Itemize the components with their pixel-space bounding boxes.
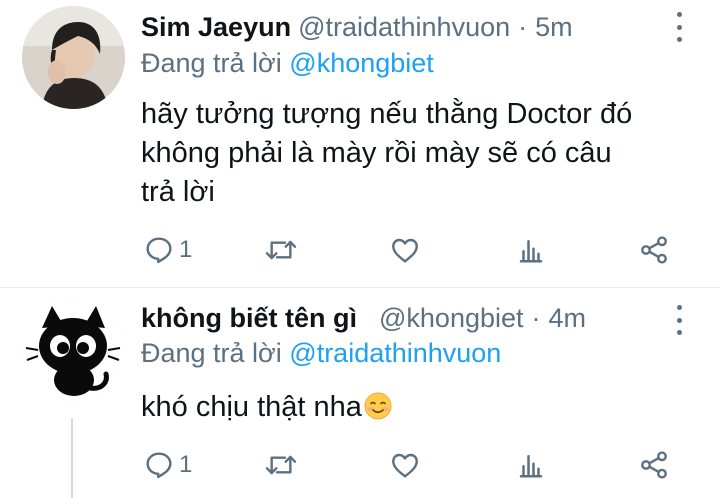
user-handle[interactable]: @khongbiet [379, 303, 524, 334]
analytics-icon [519, 240, 543, 263]
analytics-icon [519, 455, 543, 478]
share-icon [641, 236, 667, 264]
share-button[interactable] [638, 447, 670, 483]
tweet-actions: 1 [0, 232, 720, 268]
retweet-button[interactable] [263, 232, 299, 268]
more-vertical-icon[interactable] [672, 305, 686, 335]
replying-to: Đang trả lời @khongbiet [141, 48, 434, 79]
share-icon [641, 451, 667, 479]
tweet-text-line: trả lời [141, 176, 215, 208]
tweet-text: hãy tưởng tượng nếu thằng Doctor đó khôn… [141, 95, 701, 212]
replying-to: Đang trả lời @traidathinhvuon [141, 338, 501, 369]
mention-link[interactable]: @traidathinhvuon [289, 338, 501, 368]
heart-icon [392, 453, 418, 478]
like-button[interactable] [388, 232, 422, 268]
tweet-text-line: không phải là mày rồi mày sẽ có câu [141, 137, 612, 169]
heart-icon [392, 238, 418, 263]
mention-link[interactable]: @khongbiet [289, 48, 434, 78]
tweet-header: Sim Jaeyun @traidathinhvuon · 5m [141, 9, 573, 45]
tweet-text-line-text: khó chịu thật nha [141, 391, 362, 423]
separator-dot: · [518, 11, 528, 42]
display-name[interactable]: không biết tên gì [141, 303, 357, 334]
avatar[interactable] [22, 298, 125, 401]
retweet-icon [265, 455, 297, 475]
reply-icon [146, 452, 172, 479]
tweet-text: khó chịu thật nha [141, 388, 701, 427]
retweet-button[interactable] [263, 447, 299, 483]
replying-to-label: Đang trả lời [141, 338, 282, 368]
timestamp[interactable]: 4m [549, 303, 587, 334]
more-vertical-icon[interactable] [672, 12, 686, 42]
tweet-text-line: hãy tưởng tượng nếu thằng Doctor đó [141, 98, 633, 130]
analytics-button[interactable] [516, 447, 546, 483]
reply-button[interactable]: 1 [143, 232, 192, 268]
timestamp[interactable]: 5m [535, 12, 573, 43]
reply-count: 1 [179, 236, 193, 263]
tweet-header: không biết tên gì @khongbiet · 4m [141, 300, 586, 336]
like-button[interactable] [388, 447, 422, 483]
reply-button[interactable]: 1 [143, 447, 192, 483]
tweet-actions: 1 [0, 447, 720, 483]
display-name[interactable]: Sim Jaeyun [141, 12, 291, 43]
share-button[interactable] [638, 232, 670, 268]
reply-icon [146, 237, 172, 264]
retweet-icon [265, 240, 297, 260]
tweet-text-line: khó chịu thật nha [141, 388, 701, 427]
separator-dot: · [531, 302, 541, 333]
analytics-button[interactable] [516, 232, 546, 268]
user-handle[interactable]: @traidathinhvuon [298, 12, 510, 43]
avatar[interactable] [22, 6, 125, 109]
replying-to-label: Đang trả lời [141, 48, 282, 78]
smiling-face-emoji [364, 392, 392, 420]
reply-count: 1 [179, 451, 193, 478]
